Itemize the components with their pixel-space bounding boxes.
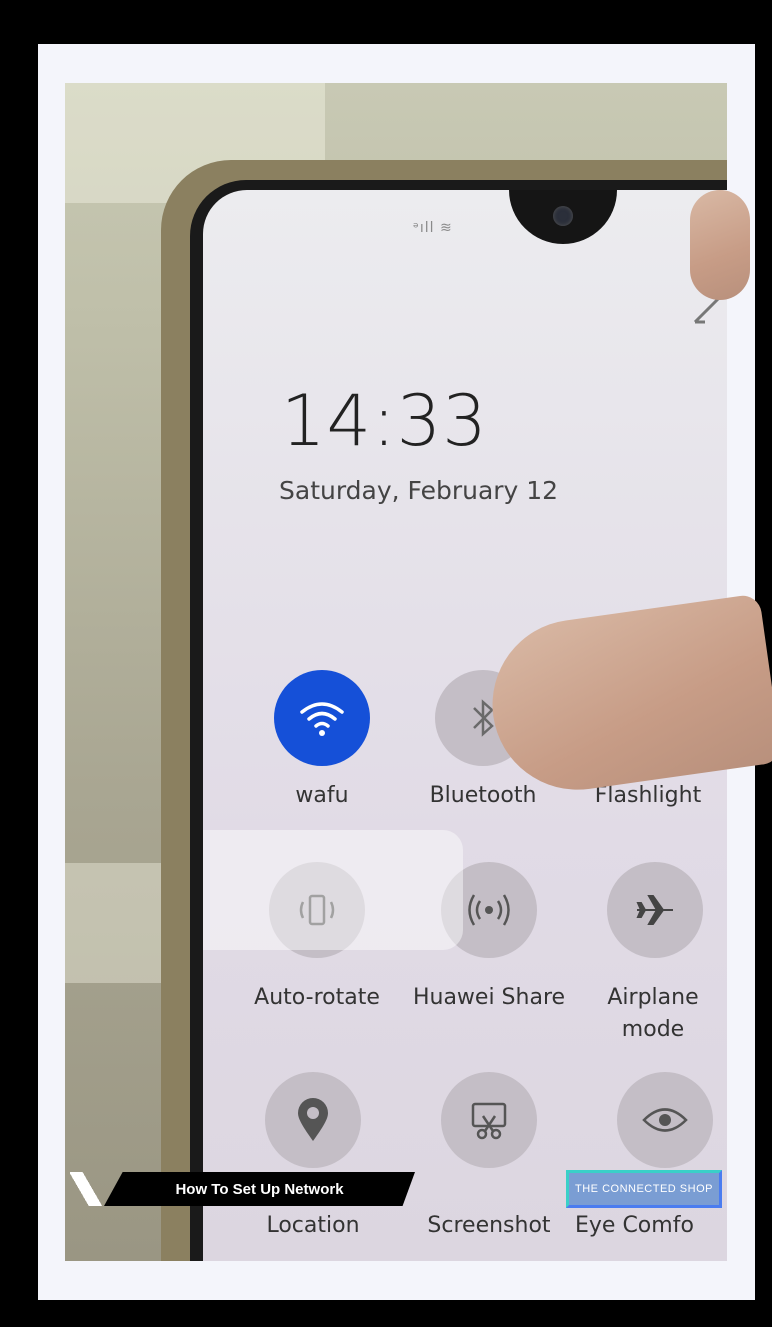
table-glare bbox=[65, 863, 165, 983]
huawei-share-icon bbox=[468, 894, 510, 926]
location-tile-label: Location bbox=[266, 1213, 360, 1238]
bluetooth-tile-label: Bluetooth bbox=[429, 783, 537, 808]
lock-clock: 14:33 bbox=[281, 380, 488, 462]
wifi-tile[interactable] bbox=[274, 670, 370, 766]
screenshot-tile[interactable] bbox=[441, 1072, 537, 1168]
wifi-icon bbox=[300, 702, 344, 736]
lower-third-slash bbox=[70, 1172, 104, 1206]
eye-comfort-tile[interactable] bbox=[617, 1072, 713, 1168]
lower-third-banner: How To Set Up Network bbox=[70, 1172, 415, 1206]
airplane-tile[interactable] bbox=[607, 862, 703, 958]
screen-glare bbox=[203, 830, 463, 950]
location-pin-icon bbox=[298, 1098, 328, 1141]
huawei-share-tile-label: Huawei Share bbox=[412, 985, 566, 1010]
thumb-finger bbox=[690, 190, 750, 300]
airplane-tile-label: Airplane mode bbox=[607, 985, 699, 1042]
eye-icon bbox=[642, 1108, 688, 1132]
display-notch bbox=[509, 190, 617, 244]
screenshot-icon bbox=[471, 1102, 507, 1140]
screenshot-tile-label: Screenshot bbox=[427, 1213, 551, 1238]
eye-comfort-tile-label: Eye Comfo bbox=[575, 1213, 694, 1238]
lower-third-title: How To Set Up Network bbox=[104, 1172, 415, 1206]
front-camera bbox=[553, 206, 573, 226]
wifi-tile-label: wafu bbox=[295, 783, 349, 808]
status-bar-icons: ᵊıll ≋ bbox=[413, 220, 453, 236]
location-tile[interactable] bbox=[265, 1072, 361, 1168]
auto-rotate-tile-label: Auto-rotate bbox=[254, 985, 380, 1010]
airplane-icon bbox=[636, 895, 673, 925]
channel-watermark: THE CONNECTED SHOP bbox=[566, 1170, 722, 1208]
lock-date: Saturday, February 12 bbox=[279, 476, 559, 505]
